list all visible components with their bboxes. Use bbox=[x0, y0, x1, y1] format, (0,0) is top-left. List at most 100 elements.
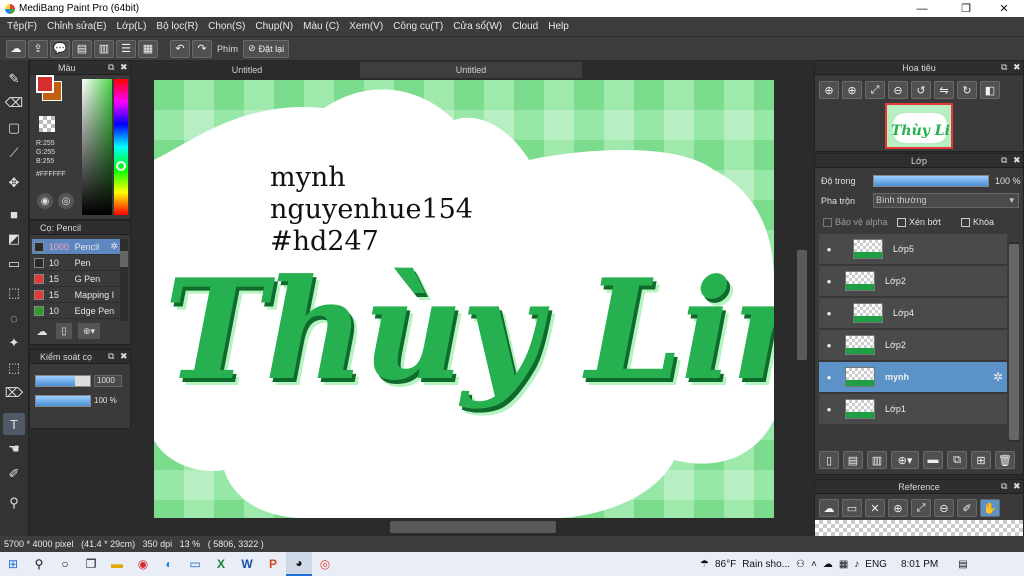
hue-slider[interactable] bbox=[114, 79, 128, 215]
merge-down-icon[interactable]: ⊞ bbox=[971, 451, 991, 469]
ref-eyedropper-icon[interactable]: ✐ bbox=[957, 499, 977, 517]
blend-mode-select[interactable]: Bình thường ▾ bbox=[873, 193, 1019, 208]
ref-zoom-in-icon[interactable]: ⊕ bbox=[888, 499, 908, 517]
eyedropper-tool-icon[interactable]: ⚲ bbox=[3, 492, 25, 514]
menu-help[interactable]: Help bbox=[543, 21, 574, 32]
rotate-right-icon[interactable]: ↻ bbox=[957, 81, 977, 99]
ref-zoom-out-icon[interactable]: ⊖ bbox=[934, 499, 954, 517]
edge-icon[interactable]: ◐ bbox=[156, 552, 182, 576]
weather-text[interactable]: Rain sho... bbox=[742, 559, 790, 570]
cortana-icon[interactable]: ○ bbox=[52, 552, 78, 576]
people-icon[interactable]: ⚇ bbox=[796, 559, 805, 570]
weather-temp[interactable]: 86°F bbox=[715, 559, 736, 570]
zoom-in-icon[interactable]: ⊕ bbox=[819, 81, 839, 99]
excel-icon[interactable]: X bbox=[208, 552, 234, 576]
palette-icon[interactable]: ◉ bbox=[37, 193, 53, 209]
clock[interactable]: 8:01 PM bbox=[901, 559, 938, 570]
mirror-icon[interactable]: ◧ bbox=[980, 81, 1000, 99]
color-mixer-icon[interactable]: ◎ bbox=[58, 193, 74, 209]
folder-icon[interactable]: ▬ bbox=[923, 451, 943, 469]
app-red-icon[interactable]: ◉ bbox=[130, 552, 156, 576]
hand-tool-icon[interactable]: ☚ bbox=[3, 438, 25, 460]
pen-tool-icon[interactable]: ✐ bbox=[3, 463, 25, 485]
notifications-icon[interactable]: ▤ bbox=[958, 559, 967, 570]
redo-icon[interactable]: ↷ bbox=[192, 39, 212, 58]
hue-handle[interactable] bbox=[116, 161, 126, 171]
canvas-area[interactable]: mynh nguyenhue154 #hd247 Thùy Linh bbox=[136, 78, 810, 520]
new-brush-icon[interactable]: ▯ bbox=[56, 323, 72, 339]
close-panel-icon[interactable]: ✖ bbox=[120, 351, 128, 362]
task-view-icon[interactable]: ❐ bbox=[78, 552, 104, 576]
layer-row[interactable]: ● Lớp2 bbox=[819, 266, 1007, 297]
menu-filter[interactable]: Bộ lọc(R) bbox=[151, 21, 203, 32]
close-panel-icon[interactable]: ✖ bbox=[1013, 155, 1021, 166]
gradient-tool-icon[interactable]: ▭ bbox=[3, 253, 25, 275]
visibility-eye-icon[interactable]: ● bbox=[823, 373, 835, 382]
brush-size-slider[interactable] bbox=[35, 375, 91, 387]
menu-snap[interactable]: Chụp(N) bbox=[250, 21, 298, 32]
select-eraser-tool-icon[interactable]: ⌦ bbox=[3, 382, 25, 404]
search-icon[interactable]: ⚲ bbox=[26, 552, 52, 576]
reset-button[interactable]: ⊘ Đặt lại bbox=[243, 39, 290, 58]
tab-untitled-1[interactable]: Untitled bbox=[136, 62, 358, 78]
menu-select[interactable]: Chọn(S) bbox=[203, 21, 250, 32]
cloud-icon[interactable]: ☁ bbox=[6, 39, 26, 58]
brush-item[interactable]: 10 Pen bbox=[32, 255, 120, 271]
move-tool-icon[interactable]: ✥ bbox=[3, 172, 25, 194]
medibang-taskbar-icon[interactable]: ◕ bbox=[286, 552, 312, 576]
comment-icon[interactable]: 💬 bbox=[50, 39, 70, 58]
menu-edit[interactable]: Chỉnh sửa(E) bbox=[42, 21, 112, 32]
layer-row[interactable]: ● Lớp1 bbox=[819, 394, 1007, 425]
saturation-value-picker[interactable] bbox=[82, 79, 112, 215]
text-tool-icon[interactable]: T bbox=[3, 413, 25, 435]
delete-layer-icon[interactable]: 🗑 bbox=[995, 451, 1015, 469]
visibility-eye-icon[interactable]: ● bbox=[823, 245, 835, 254]
add-brush-dropdown-icon[interactable]: ⊕▾ bbox=[78, 323, 100, 339]
flip-icon[interactable]: ⇋ bbox=[934, 81, 954, 99]
brush-item[interactable]: 15 Mapping I bbox=[32, 287, 120, 303]
close-panel-icon[interactable]: ✖ bbox=[120, 62, 128, 73]
eraser-tool-icon[interactable]: ⌫ bbox=[3, 92, 25, 114]
word-icon[interactable]: W bbox=[234, 552, 260, 576]
visibility-eye-icon[interactable]: ● bbox=[823, 309, 835, 318]
rectangle-tool-icon[interactable]: ▢ bbox=[3, 117, 25, 139]
close-panel-icon[interactable]: ✖ bbox=[1013, 62, 1021, 73]
brush-size-value[interactable]: 1000 bbox=[94, 375, 122, 387]
clipping-checkbox[interactable]: Xén bớt bbox=[897, 217, 941, 227]
file-explorer-icon[interactable]: ▬ bbox=[104, 552, 130, 576]
vertical-scrollbar[interactable] bbox=[796, 80, 808, 520]
visibility-eye-icon[interactable]: ● bbox=[823, 405, 835, 414]
horizontal-scrollbar[interactable] bbox=[136, 520, 810, 534]
brush-opacity-slider[interactable] bbox=[35, 395, 91, 407]
network-icon[interactable]: ▦ bbox=[839, 559, 848, 570]
fill-rect-tool-icon[interactable]: ■ bbox=[3, 203, 25, 225]
reference-view[interactable] bbox=[815, 520, 1023, 536]
rotate-left-icon[interactable]: ↺ bbox=[911, 81, 931, 99]
select-pen-tool-icon[interactable]: ⬚ bbox=[3, 357, 25, 379]
language-label[interactable]: ENG bbox=[865, 559, 887, 570]
lock-checkbox[interactable]: Khóa bbox=[961, 217, 994, 227]
magic-wand-tool-icon[interactable]: ✦ bbox=[3, 332, 25, 354]
open-folder-icon[interactable]: ▭ bbox=[842, 499, 862, 517]
float-icon[interactable]: ⧉ bbox=[1001, 481, 1007, 492]
visibility-eye-icon[interactable]: ● bbox=[823, 277, 835, 286]
chat-icon[interactable]: ▤ bbox=[72, 39, 92, 58]
document-icon[interactable]: ▥ bbox=[94, 39, 114, 58]
lasso-tool-icon[interactable]: ◌ bbox=[3, 307, 25, 329]
grid-icon[interactable]: ▦ bbox=[138, 39, 158, 58]
menu-tools[interactable]: Công cụ(T) bbox=[388, 21, 448, 32]
new-1bit-layer-icon[interactable]: ▥ bbox=[867, 451, 887, 469]
chevron-up-icon[interactable]: ˄ bbox=[811, 559, 817, 570]
layer-opacity-slider[interactable] bbox=[873, 175, 989, 187]
menu-view[interactable]: Xem(V) bbox=[344, 21, 388, 32]
transparent-color-swatch[interactable] bbox=[39, 116, 55, 132]
close-panel-icon[interactable]: ✖ bbox=[1013, 481, 1021, 492]
bucket-tool-icon[interactable]: ◩ bbox=[3, 228, 25, 250]
ref-fit-icon[interactable]: ⤢ bbox=[911, 499, 931, 517]
brush-cloud-icon[interactable]: ☁ bbox=[34, 323, 50, 339]
new-layer-icon[interactable]: ▯ bbox=[819, 451, 839, 469]
fit-icon[interactable]: ⤢ bbox=[865, 81, 885, 99]
minimize-button[interactable]: — bbox=[904, 0, 940, 17]
menu-cloud[interactable]: Cloud bbox=[507, 21, 543, 32]
brush-tool-icon[interactable]: ✎ bbox=[3, 68, 25, 90]
